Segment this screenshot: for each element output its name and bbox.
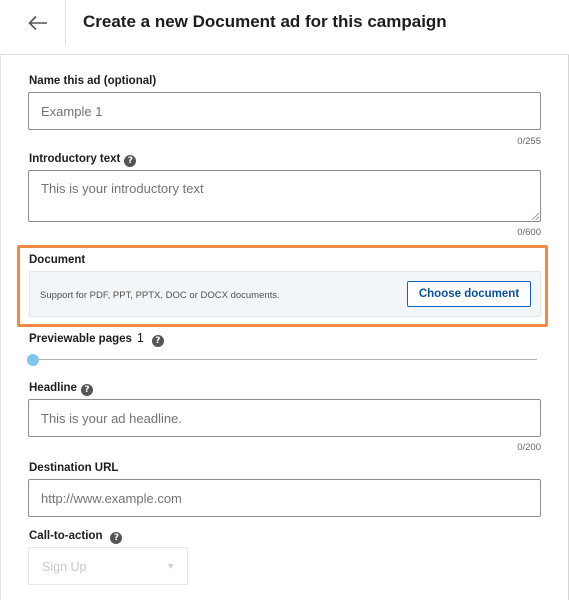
ad-name-input[interactable] (28, 92, 541, 130)
question-circle-icon[interactable]: ? (151, 335, 164, 347)
question-circle-icon[interactable]: ? (124, 155, 137, 167)
destination-url-input[interactable] (28, 479, 541, 517)
question-circle-icon[interactable]: ? (110, 532, 123, 544)
ad-name-label-text: Name this ad (optional) (29, 75, 157, 87)
page-title: Create a new Document ad for this campai… (83, 12, 447, 31)
document-help-text: Support for PDF, PPT, PPTX, DOC or DOCX … (40, 290, 280, 301)
previewable-pages-value: 1 (136, 331, 144, 345)
pages-slider-thumb[interactable] (27, 354, 39, 366)
chevron-down-icon: ▼ (166, 561, 175, 571)
document-label-text: Document (29, 254, 86, 266)
arrow-left-icon (28, 15, 47, 31)
document-upload-box: Support for PDF, PPT, PPTX, DOC or DOCX … (29, 271, 541, 317)
previewable-pages-label-text: Previewable pages (29, 333, 132, 345)
intro-text-label-text: Introductory text (29, 153, 121, 165)
previewable-pages-label: Previewable pages 1? (29, 331, 164, 347)
pages-slider-track[interactable] (33, 359, 537, 360)
cta-select-value: Sign Up (42, 560, 87, 574)
cta-label-text: Call-to-action (29, 530, 103, 542)
question-circle-icon[interactable]: ? (80, 384, 93, 396)
choose-document-button[interactable]: Choose document (407, 281, 531, 307)
cta-select[interactable]: Sign Up ▼ (28, 547, 188, 585)
intro-text-input[interactable] (28, 170, 541, 222)
ad-name-label: Name this ad (optional) (29, 75, 156, 87)
document-label: Document (29, 254, 85, 266)
header: Create a new Document ad for this campai… (0, 0, 569, 55)
destination-url-label-text: Destination URL (29, 462, 119, 474)
destination-url-label: Destination URL (29, 462, 118, 474)
headline-input[interactable] (28, 399, 541, 437)
headline-counter: 0/200 (517, 442, 541, 453)
ad-name-counter: 0/255 (517, 136, 541, 147)
intro-text-counter: 0/600 (517, 227, 541, 238)
intro-text-label: Introductory text? (29, 153, 137, 167)
headline-label-text: Headline (29, 382, 77, 394)
resize-grip-icon[interactable] (531, 212, 539, 220)
back-button[interactable] (25, 10, 55, 36)
headline-label: Headline? (29, 382, 93, 396)
cta-label: Call-to-action? (29, 530, 123, 544)
header-divider (65, 0, 66, 45)
